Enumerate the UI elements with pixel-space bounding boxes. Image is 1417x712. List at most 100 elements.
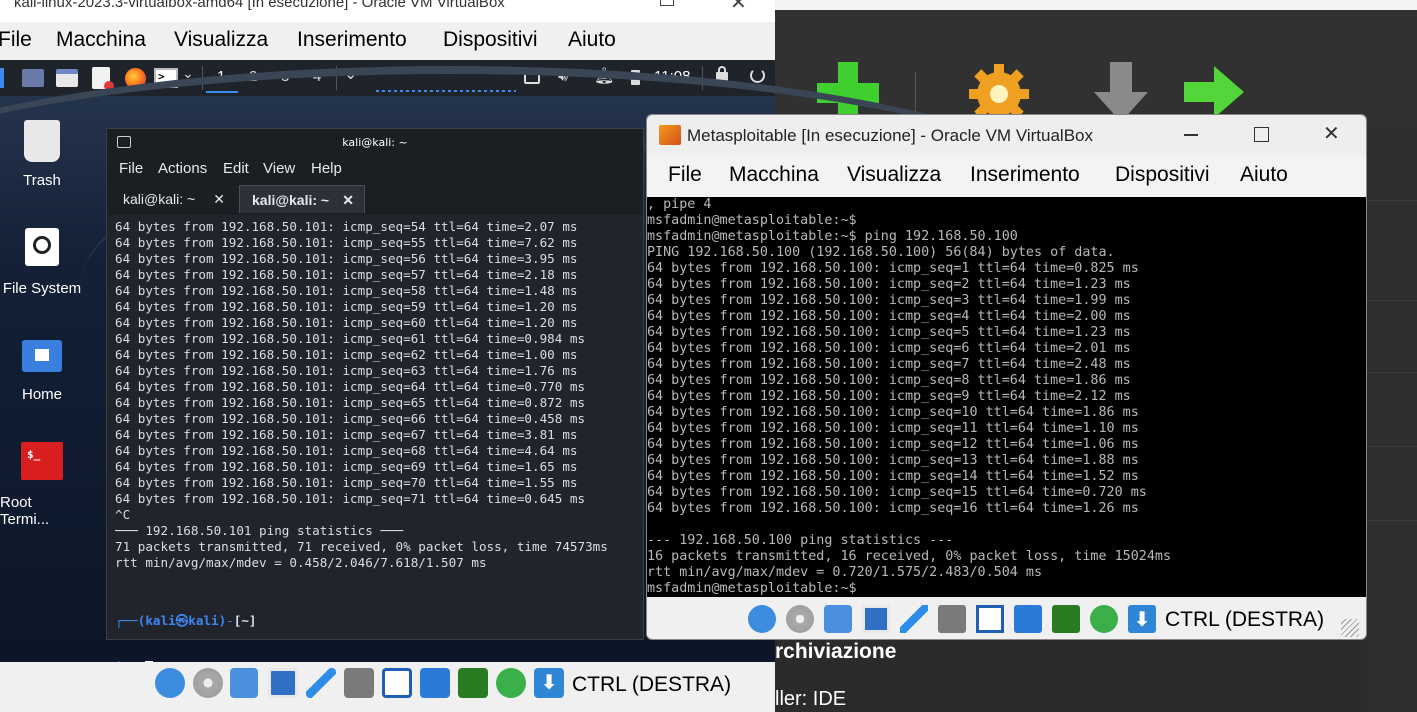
guest-additions-status-icon[interactable] bbox=[496, 668, 526, 698]
menu-dispositivi[interactable]: Dispositivi bbox=[1115, 163, 1210, 187]
kali-vm-title: kali-linux-2023.3-virtualbox-amd64 [In e… bbox=[14, 0, 505, 11]
optical-drive-status-icon[interactable] bbox=[786, 605, 814, 633]
metasploitable-console[interactable]: , pipe 4 msfadmin@metasploitable:~$ msfadm… bbox=[647, 197, 1366, 597]
shared-folder-status-icon[interactable] bbox=[344, 668, 374, 698]
console-output-line: 64 bytes from 192.168.50.100: icmp_seq=1… bbox=[647, 469, 1139, 484]
menu-macchina[interactable]: Macchina bbox=[729, 163, 819, 187]
maximize-icon[interactable] bbox=[1254, 127, 1269, 142]
terminal-menu-view[interactable]: View bbox=[263, 160, 295, 177]
terminal-output-line: 64 bytes from 192.168.50.101: icmp_seq=5… bbox=[115, 267, 578, 282]
audio-status-icon[interactable] bbox=[230, 668, 258, 698]
terminal-menu-help[interactable]: Help bbox=[311, 160, 342, 177]
terminal-icon: $_ bbox=[21, 442, 63, 480]
menu-aiuto[interactable]: Aiuto bbox=[568, 28, 616, 52]
resize-grip-icon[interactable] bbox=[1341, 619, 1359, 637]
console-output-line: 64 bytes from 192.168.50.100: icmp_seq=1… bbox=[647, 421, 1139, 436]
video-capture-status-icon[interactable] bbox=[420, 668, 450, 698]
terminal-menu-edit[interactable]: Edit bbox=[223, 160, 249, 177]
terminal-output-line: 64 bytes from 192.168.50.101: icmp_seq=6… bbox=[115, 427, 578, 442]
usb-status-icon[interactable] bbox=[306, 668, 336, 698]
desktop-icon-home[interactable]: Home bbox=[0, 340, 84, 403]
desktop-icon-trash[interactable]: Trash bbox=[0, 120, 84, 189]
console-output-line: PING 192.168.50.100 (192.168.50.100) 56(… bbox=[647, 245, 1115, 260]
menu-file[interactable]: File bbox=[0, 28, 32, 52]
tab-close-icon[interactable]: ✕ bbox=[213, 185, 225, 213]
terminal-output-line: 64 bytes from 192.168.50.101: icmp_seq=6… bbox=[115, 315, 578, 330]
terminal-output-line: 64 bytes from 192.168.50.101: icmp_seq=6… bbox=[115, 331, 586, 346]
trash-icon bbox=[24, 120, 60, 162]
host-key-arrow-icon[interactable]: ⬇ bbox=[1128, 605, 1156, 633]
console-output-line: 64 bytes from 192.168.50.100: icmp_seq=1… bbox=[647, 453, 1139, 468]
prompt-dir: [~] bbox=[233, 613, 257, 628]
metasploitable-statusbar: ⬇ CTRL (DESTRA) bbox=[647, 597, 1366, 639]
console-output-line: 64 bytes from 192.168.50.100: icmp_seq=8… bbox=[647, 373, 1131, 388]
show-desktop-icon[interactable] bbox=[22, 69, 44, 87]
manager-titlebar bbox=[775, 0, 1417, 10]
text-editor-icon[interactable] bbox=[92, 67, 114, 91]
audio-status-icon[interactable] bbox=[824, 605, 852, 633]
host-key-arrow-icon[interactable]: ⬇ bbox=[534, 668, 564, 698]
terminal-tab-bar: kali@kali: ~ ✕ kali@kali: ~ ✕ bbox=[107, 183, 643, 215]
menu-visualizza[interactable]: Visualizza bbox=[174, 28, 268, 52]
menu-inserimento[interactable]: Inserimento bbox=[970, 163, 1080, 187]
cpu-status-icon[interactable] bbox=[1052, 605, 1080, 633]
tab-label: kali@kali: ~ bbox=[252, 192, 330, 208]
display-status-icon[interactable] bbox=[976, 605, 1004, 633]
terminal-menubar: File Actions Edit View Help bbox=[107, 157, 643, 183]
terminal-output-line: 64 bytes from 192.168.50.101: icmp_seq=6… bbox=[115, 411, 586, 426]
menu-macchina[interactable]: Macchina bbox=[56, 28, 146, 52]
terminal-output-line: 64 bytes from 192.168.50.101: icmp_seq=6… bbox=[115, 459, 578, 474]
terminal-titlebar: kali@kali: ~ bbox=[107, 129, 643, 157]
video-capture-status-icon[interactable] bbox=[1014, 605, 1042, 633]
terminal-menu-actions[interactable]: Actions bbox=[158, 160, 207, 177]
console-output-line: 64 bytes from 192.168.50.100: icmp_seq=6… bbox=[647, 341, 1131, 356]
power-icon[interactable] bbox=[750, 68, 765, 83]
console-output-line: 64 bytes from 192.168.50.100: icmp_seq=4… bbox=[647, 309, 1131, 324]
shared-folder-status-icon[interactable] bbox=[938, 605, 966, 633]
desktop-icon-label: Trash bbox=[23, 172, 61, 189]
terminal-menu-file[interactable]: File bbox=[119, 160, 143, 177]
tab-close-icon[interactable]: ✕ bbox=[342, 186, 354, 214]
cpu-status-icon[interactable] bbox=[458, 668, 488, 698]
menu-file[interactable]: File bbox=[668, 163, 702, 187]
console-output-line: 64 bytes from 192.168.50.100: icmp_seq=5… bbox=[647, 325, 1131, 340]
terminal-tab-2-active[interactable]: kali@kali: ~ ✕ bbox=[239, 185, 365, 213]
terminal-output-line: 64 bytes from 192.168.50.101: icmp_seq=5… bbox=[115, 235, 578, 250]
start-arrow-right-icon[interactable] bbox=[1182, 62, 1248, 122]
optical-drive-status-icon[interactable] bbox=[193, 668, 223, 698]
hard-disk-status-icon[interactable] bbox=[748, 605, 776, 633]
hard-disk-status-icon[interactable] bbox=[155, 668, 185, 698]
terminal-tab-1[interactable]: kali@kali: ~ ✕ bbox=[111, 185, 235, 213]
minimize-icon[interactable] bbox=[1184, 134, 1198, 136]
kali-menu-icon[interactable] bbox=[0, 68, 4, 88]
desktop-icon-file-system[interactable]: File System bbox=[0, 228, 84, 297]
terminal-output[interactable]: 64 bytes from 192.168.50.101: icmp_seq=5… bbox=[115, 219, 643, 587]
console-output-line: msfadmin@metasploitable:~$ bbox=[647, 213, 857, 228]
desktop-icon-root-terminal[interactable]: $_ Root Termi... bbox=[0, 442, 84, 528]
host-key-label: CTRL (DESTRA) bbox=[1165, 608, 1325, 631]
file-manager-icon[interactable] bbox=[56, 69, 78, 87]
drive-icon bbox=[25, 228, 59, 266]
terminal-output-line: 64 bytes from 192.168.50.101: icmp_seq=6… bbox=[115, 363, 578, 378]
virtualbox-app-icon bbox=[659, 125, 681, 145]
network-status-icon[interactable] bbox=[268, 668, 298, 698]
host-key-label: CTRL (DESTRA) bbox=[572, 673, 732, 696]
display-status-icon[interactable] bbox=[382, 668, 412, 698]
guest-additions-status-icon[interactable] bbox=[1090, 605, 1118, 633]
terminal-output-line: 71 packets transmitted, 71 received, 0% … bbox=[115, 539, 608, 554]
network-status-icon[interactable] bbox=[862, 605, 890, 633]
close-icon[interactable]: ✕ bbox=[1323, 121, 1340, 145]
home-folder-icon bbox=[22, 340, 62, 372]
maximize-icon[interactable] bbox=[660, 0, 674, 6]
console-output-line: msfadmin@metasploitable:~$ ping 192.168.… bbox=[647, 229, 1018, 244]
metasploitable-title: Metasploitable [In esecuzione] - Oracle … bbox=[687, 126, 1093, 145]
menu-dispositivi[interactable]: Dispositivi bbox=[443, 28, 538, 52]
menu-inserimento[interactable]: Inserimento bbox=[297, 28, 407, 52]
menu-visualizza[interactable]: Visualizza bbox=[847, 163, 941, 187]
console-output-line: 64 bytes from 192.168.50.100: icmp_seq=1… bbox=[647, 501, 1139, 516]
menu-aiuto[interactable]: Aiuto bbox=[1240, 163, 1288, 187]
usb-status-icon[interactable] bbox=[900, 605, 928, 633]
terminal-window-icon bbox=[117, 136, 131, 148]
close-icon[interactable]: ✕ bbox=[730, 0, 747, 14]
